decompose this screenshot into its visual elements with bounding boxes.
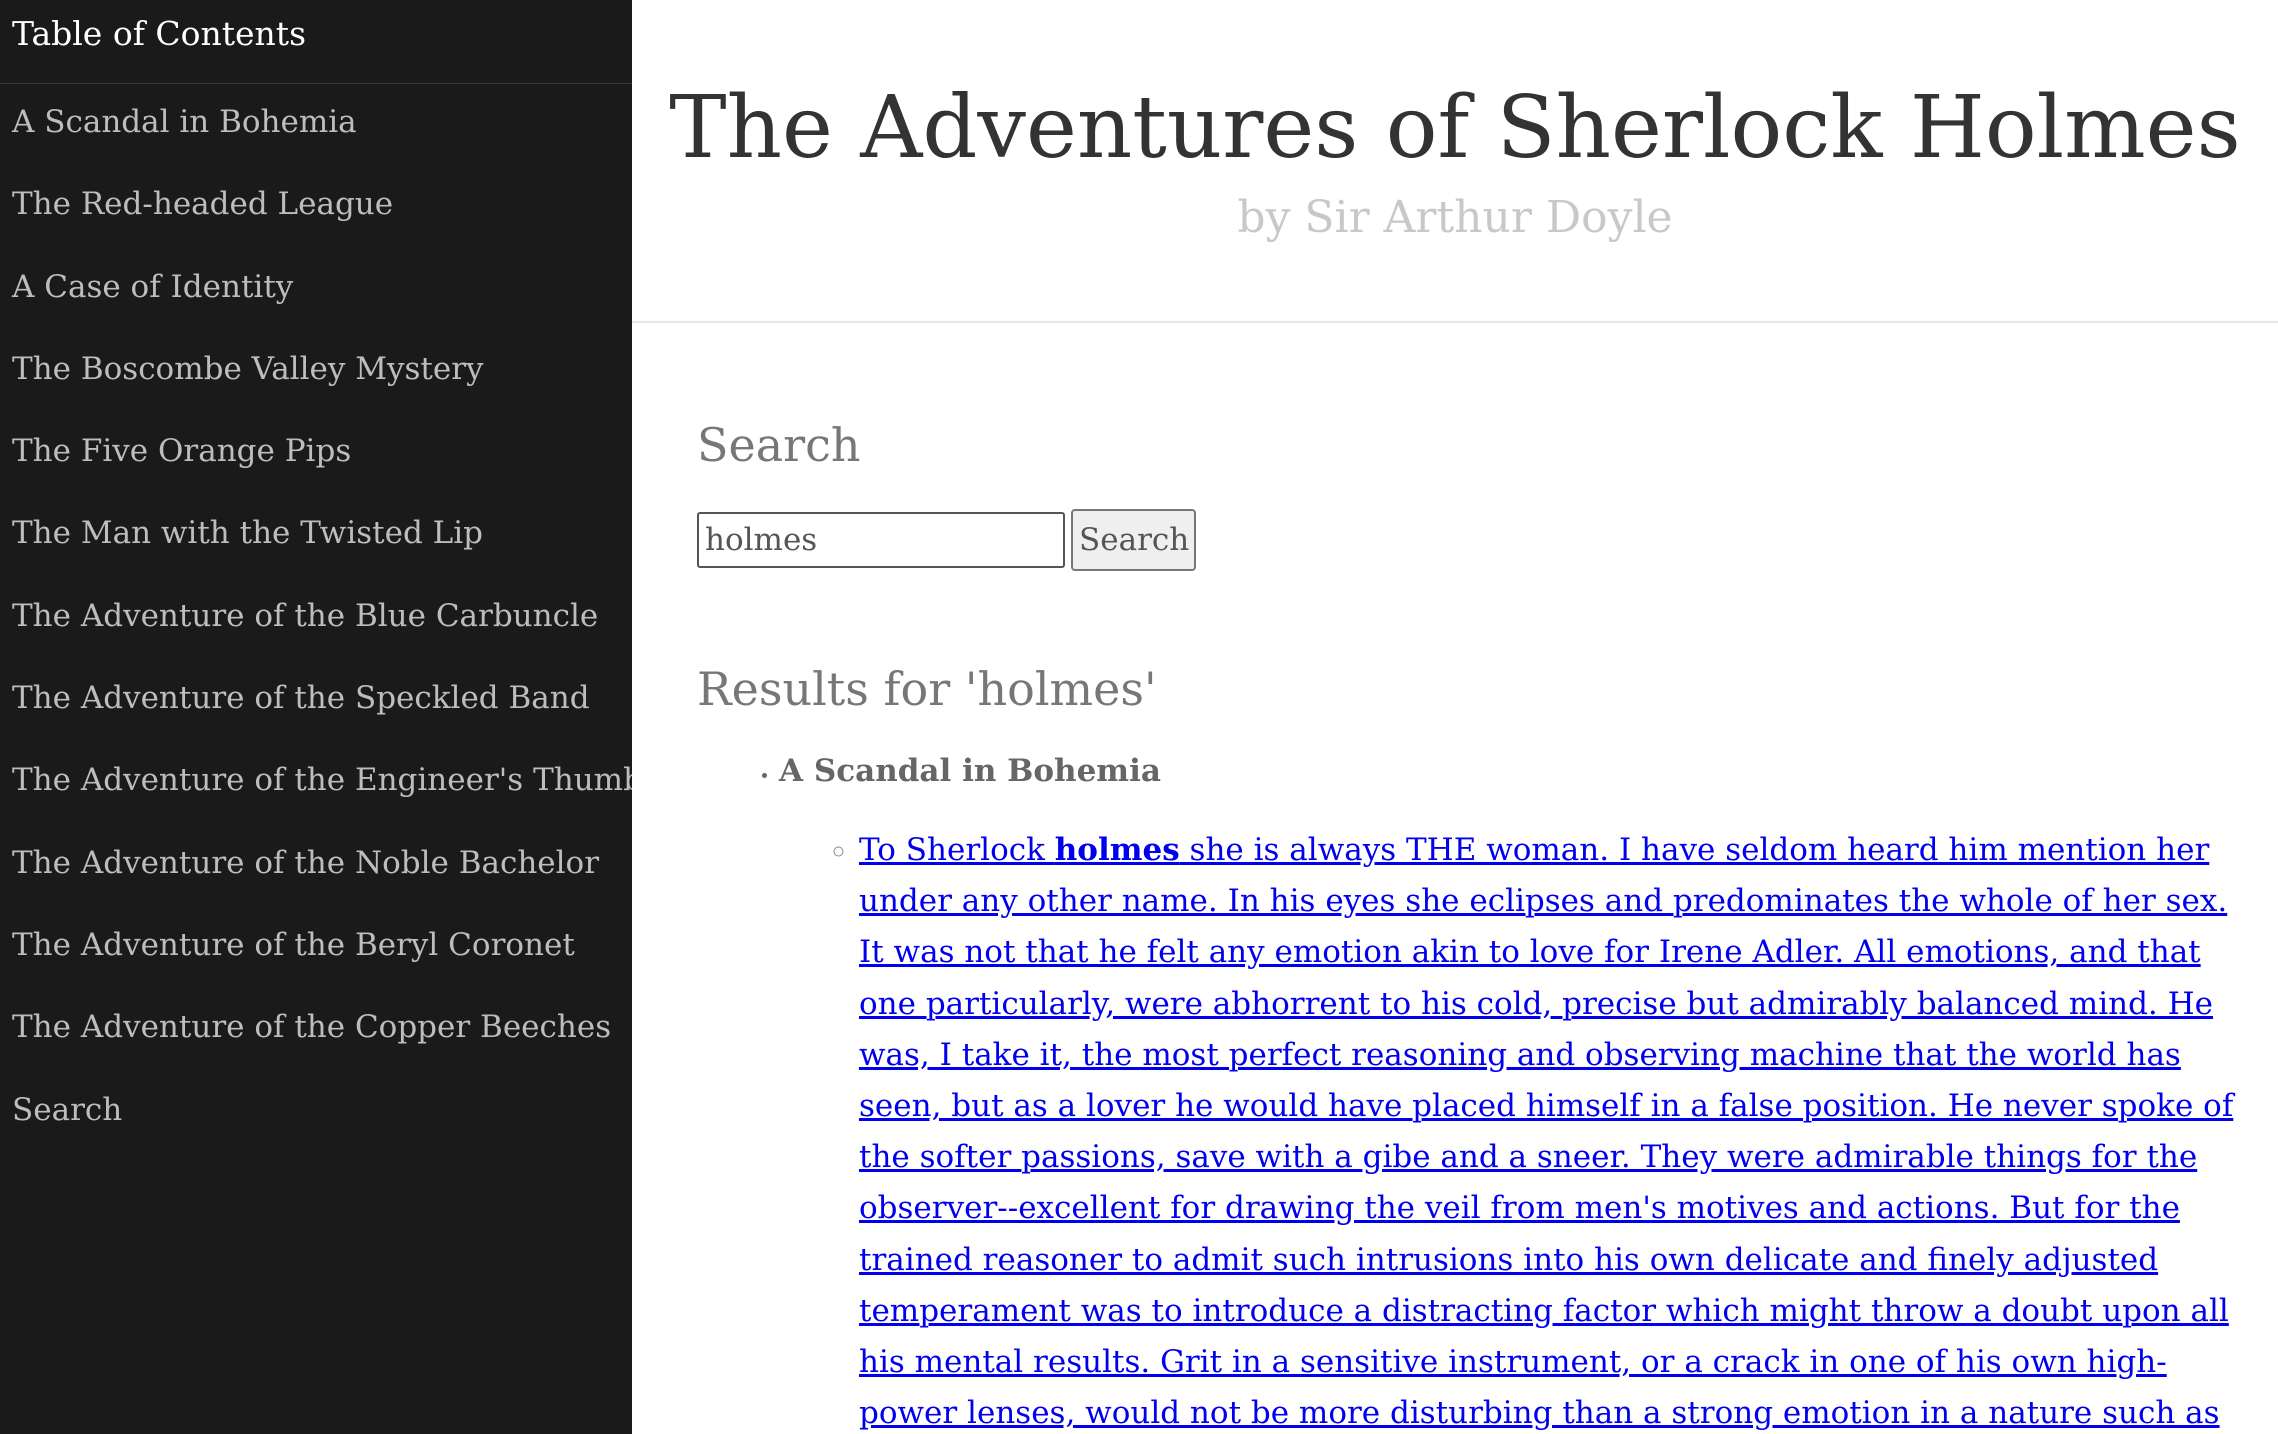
toc-item-the-five-orange-pips[interactable]: The Five Orange Pips [0, 413, 632, 495]
toc-item-the-engineers-thumb[interactable]: The Adventure of the Engineer's Thumb [0, 742, 632, 824]
results-list: A Scandal in Bohemia To Sherlock holmes … [697, 749, 2278, 1434]
search-form: Search [697, 509, 2278, 571]
search-section: Search Search Results for 'holmes' A Sca… [632, 323, 2278, 1434]
snippet-link[interactable]: To Sherlock holmes she is always THE wom… [859, 832, 2233, 1434]
toc-item-the-copper-beeches[interactable]: The Adventure of the Copper Beeches [0, 989, 632, 1071]
snippet-match-highlight: holmes [1054, 832, 1180, 868]
snippet-list: To Sherlock holmes she is always THE wom… [779, 825, 2278, 1434]
book-header: The Adventures of Sherlock Holmes by Sir… [632, 0, 2278, 323]
toc-item-a-case-of-identity[interactable]: A Case of Identity [0, 249, 632, 331]
toc-item-a-scandal-in-bohemia[interactable]: A Scandal in Bohemia [0, 84, 632, 166]
toc-item-the-noble-bachelor[interactable]: The Adventure of the Noble Bachelor [0, 825, 632, 907]
toc-item-the-red-headed-league[interactable]: The Red-headed League [0, 166, 632, 248]
snippet-text-after: she is always THE woman. I have seldom h… [859, 832, 2234, 1432]
sidebar: Table of Contents A Scandal in Bohemia T… [0, 0, 632, 1434]
sidebar-title: Table of Contents [0, 0, 632, 84]
results-heading: Results for 'holmes' [697, 662, 1157, 716]
toc-item-the-speckled-band[interactable]: The Adventure of the Speckled Band [0, 660, 632, 742]
toc-item-the-man-with-the-twisted-lip[interactable]: The Man with the Twisted Lip [0, 495, 632, 577]
snippet-item: To Sherlock holmes she is always THE wom… [859, 825, 2234, 1434]
snippet-text-before: To Sherlock [859, 832, 1055, 868]
book-author: by Sir Arthur Doyle [1237, 192, 1673, 243]
result-chapter-title: A Scandal in Bohemia [779, 753, 1161, 789]
toc-item-search[interactable]: Search [0, 1072, 632, 1154]
search-input[interactable] [697, 512, 1065, 568]
search-heading: Search [697, 418, 861, 472]
toc-list: A Scandal in Bohemia The Red-headed Leag… [0, 84, 632, 1154]
main-content: The Adventures of Sherlock Holmes by Sir… [632, 0, 2278, 1434]
result-chapter-item: A Scandal in Bohemia To Sherlock holmes … [779, 749, 2278, 1434]
book-title: The Adventures of Sherlock Holmes [669, 78, 2241, 178]
toc-item-the-beryl-coronet[interactable]: The Adventure of the Beryl Coronet [0, 907, 632, 989]
search-button[interactable]: Search [1071, 509, 1196, 571]
toc-item-the-blue-carbuncle[interactable]: The Adventure of the Blue Carbuncle [0, 578, 632, 660]
toc-item-the-boscombe-valley-mystery[interactable]: The Boscombe Valley Mystery [0, 331, 632, 413]
